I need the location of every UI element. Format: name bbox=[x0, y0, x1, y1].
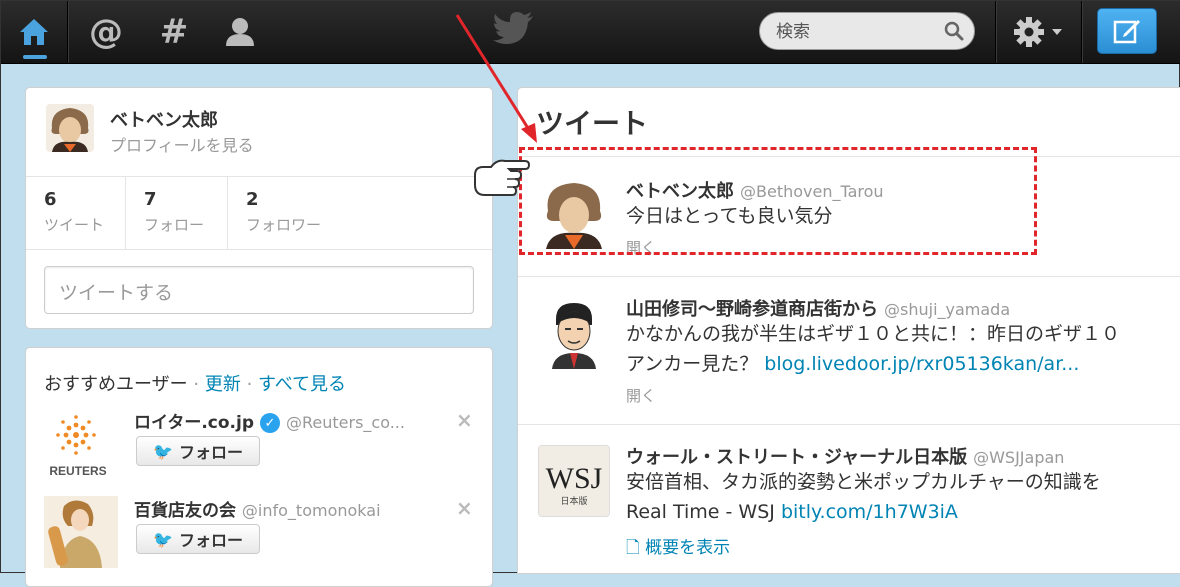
tweet-text-line2: Real Time - WSJ bitly.com/1h7W3iA bbox=[626, 501, 958, 523]
active-tab-indicator bbox=[23, 55, 47, 59]
document-icon: 🗋 bbox=[626, 538, 640, 558]
refresh-link[interactable]: 更新 bbox=[205, 374, 241, 395]
gear-icon bbox=[1014, 17, 1044, 47]
following-count-label: フォロー bbox=[144, 216, 205, 234]
divider bbox=[995, 1, 996, 63]
close-icon[interactable]: × bbox=[456, 496, 473, 520]
timeline-title: ツイート bbox=[536, 107, 649, 140]
discover-button[interactable]: # bbox=[141, 1, 207, 63]
compose-tweet-button[interactable] bbox=[1097, 8, 1157, 54]
verified-icon: ✓ bbox=[260, 413, 280, 433]
tweet-text-line2: アンカー見た？ blog.livedoor.jp/rxr05136kan/ar.… bbox=[626, 353, 1080, 375]
avatar[interactable]: WSJ 日本版 bbox=[538, 445, 610, 517]
view-profile-link[interactable]: プロフィールを見る bbox=[110, 132, 254, 156]
compose-tweet-input[interactable]: ツイートする bbox=[44, 266, 474, 314]
settings-button[interactable] bbox=[1003, 9, 1073, 55]
tweet-handle: @WSJJapan bbox=[973, 448, 1065, 467]
twitter-bird-icon: 🐦 bbox=[153, 529, 173, 549]
tweet-count: 6 bbox=[44, 189, 57, 210]
stat-tweets[interactable]: 6 ツイート bbox=[26, 177, 126, 249]
home-button[interactable] bbox=[1, 1, 67, 63]
followers-count: 2 bbox=[246, 189, 259, 210]
tweet-author[interactable]: ウォール・ストリート・ジャーナル日本版 @WSJJapan bbox=[626, 443, 1064, 469]
chevron-down-icon bbox=[1052, 29, 1062, 35]
wsj-logo-subtext: 日本版 bbox=[560, 495, 587, 507]
expand-link[interactable]: 開く bbox=[626, 385, 656, 406]
following-count: 7 bbox=[144, 189, 157, 210]
tweet-text: かなかんの我が半生はギザ１０と共に！：昨日のギザ１０ bbox=[626, 323, 1121, 345]
tweet-item[interactable]: WSJ 日本版 ウォール・ストリート・ジャーナル日本版 @WSJJapan 安倍首… bbox=[518, 424, 1180, 584]
recommended-user-handle: @Reuters_co... bbox=[286, 413, 405, 432]
reuters-logo-text: REUTERS bbox=[49, 464, 106, 478]
view-all-link[interactable]: すべて見る bbox=[258, 374, 346, 395]
profile-card: ベトベン太郎 プロフィールを見る 6 ツイート 7 フォロー 2 フォロワー ツ… bbox=[25, 87, 493, 329]
avatar[interactable]: REUTERS bbox=[44, 408, 118, 480]
tweet-handle: @shuji_yamada bbox=[884, 300, 1011, 319]
recommended-user: 百貨店友の会 @info_tomonokai 🐦 フォロー × bbox=[44, 496, 484, 568]
tweet-item[interactable]: 山田修司〜野崎参道商店街から @shuji_yamada かなかんの我が半生はギザ… bbox=[518, 276, 1180, 424]
stat-following[interactable]: 7 フォロー bbox=[126, 177, 228, 249]
mentions-button[interactable]: @ bbox=[73, 1, 139, 63]
avatar[interactable] bbox=[46, 104, 94, 152]
recommended-user-handle: @info_tomonokai bbox=[241, 501, 381, 520]
follow-button[interactable]: 🐦 フォロー bbox=[136, 524, 260, 554]
followers-count-label: フォロワー bbox=[246, 216, 322, 234]
recommended-user: REUTERS ロイター.co.jp ✓ @Reuters_co... 🐦 フォロー … bbox=[44, 408, 484, 480]
search-icon[interactable] bbox=[944, 21, 964, 41]
twitter-bird-icon[interactable] bbox=[493, 11, 535, 51]
compose-icon bbox=[1113, 20, 1140, 44]
avatar[interactable] bbox=[538, 297, 610, 369]
me-button[interactable] bbox=[207, 1, 273, 63]
pointing-hand-icon bbox=[471, 153, 531, 209]
who-to-follow-header: おすすめユーザー · 更新 · すべて見る bbox=[44, 374, 347, 395]
twitter-bird-icon: 🐦 bbox=[153, 441, 173, 461]
avatar[interactable] bbox=[44, 496, 118, 568]
recommended-user-name[interactable]: 百貨店友の会 @info_tomonokai bbox=[134, 496, 381, 521]
who-to-follow-card: おすすめユーザー · 更新 · すべて見る REUTERS ロイター.co.jp… bbox=[25, 347, 493, 587]
tweet-author[interactable]: 山田修司〜野崎参道商店街から @shuji_yamada bbox=[626, 295, 1010, 321]
wsj-logo-text: WSJ bbox=[546, 462, 603, 495]
profile-name[interactable]: ベトベン太郎 bbox=[110, 106, 218, 132]
tweet-count-label: ツイート bbox=[44, 216, 105, 234]
stat-followers[interactable]: 2 フォロワー bbox=[228, 177, 368, 249]
who-to-follow-title: おすすめユーザー bbox=[44, 374, 188, 395]
tweet-text: 安倍首相、タカ派的姿勢と米ポップカルチャーの知識を bbox=[626, 471, 1101, 493]
search-box[interactable] bbox=[759, 12, 975, 50]
recommended-user-name[interactable]: ロイター.co.jp ✓ @Reuters_co... bbox=[134, 408, 405, 433]
view-summary-link[interactable]: 🗋 概要を表示 bbox=[626, 533, 730, 564]
search-input[interactable] bbox=[774, 20, 938, 44]
profile-stats: 6 ツイート 7 フォロー 2 フォロワー bbox=[26, 176, 492, 250]
follow-button[interactable]: 🐦 フォロー bbox=[136, 436, 260, 466]
close-icon[interactable]: × bbox=[456, 408, 473, 432]
tweet-link[interactable]: bitly.com/1h7W3iA bbox=[781, 501, 958, 523]
hashtag-icon: # bbox=[159, 12, 189, 52]
profile-icon bbox=[226, 18, 254, 46]
home-icon bbox=[20, 19, 48, 45]
highlight-box bbox=[519, 147, 1037, 255]
mentions-icon: @ bbox=[89, 12, 123, 52]
top-navigation-bar: @ # bbox=[1, 1, 1180, 64]
tweet-link[interactable]: blog.livedoor.jp/rxr05136kan/ar... bbox=[764, 353, 1079, 375]
divider bbox=[1081, 1, 1082, 63]
divider bbox=[67, 1, 68, 63]
